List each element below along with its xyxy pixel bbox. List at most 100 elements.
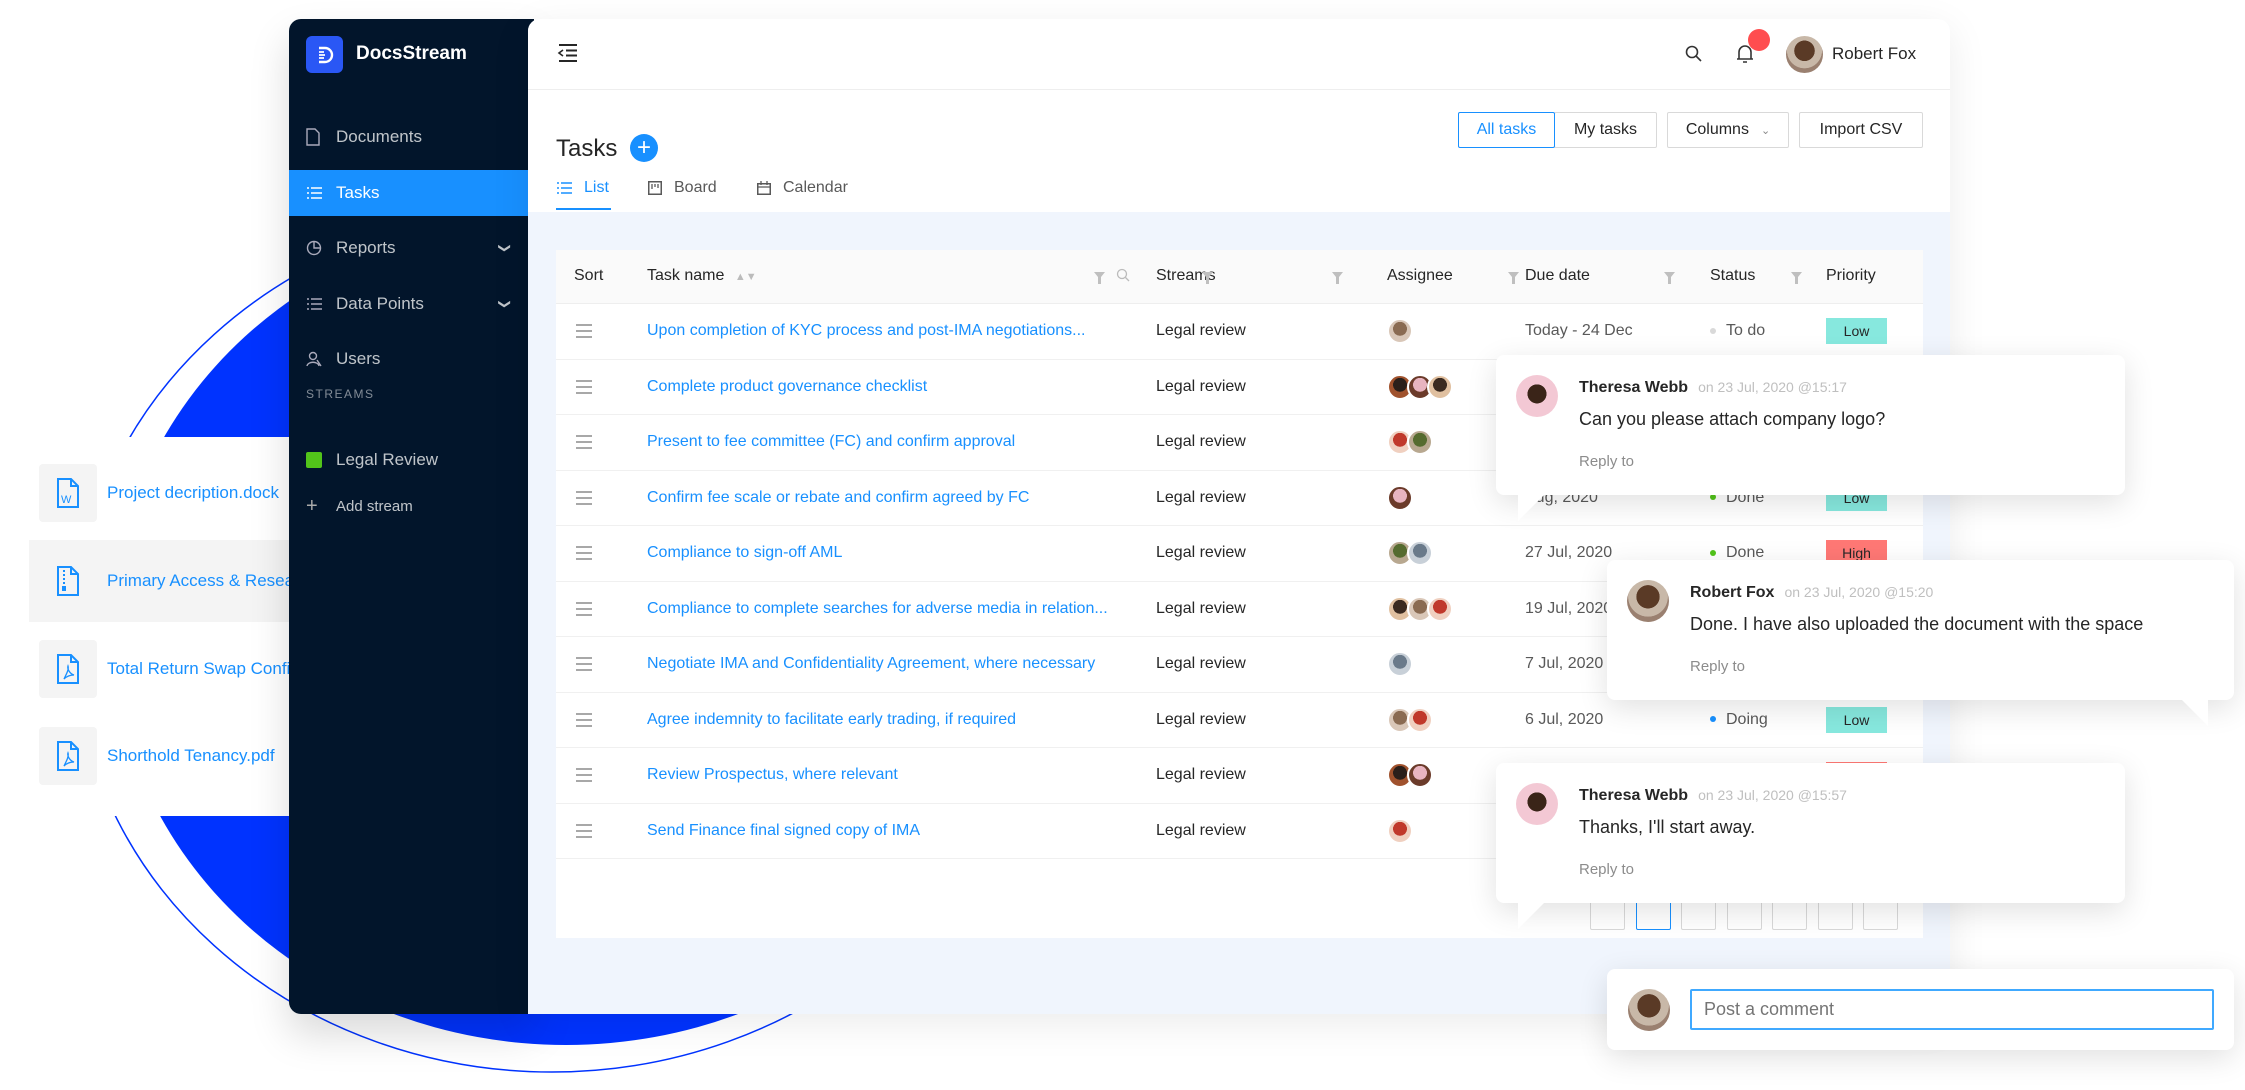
comment-bubble: Robert Fox on 23 Jul, 2020 @15:20 Done. I… (1607, 560, 2234, 726)
filter-my-tasks[interactable]: My tasks (1554, 112, 1657, 148)
drag-handle-icon[interactable] (576, 490, 592, 510)
comment-date: on 23 Jul, 2020 @15:20 (1784, 584, 1934, 600)
drag-handle-icon[interactable] (576, 546, 592, 565)
drag-handle-icon[interactable] (576, 601, 592, 621)
file-item[interactable]: Total Return Swap Confirmation (39, 640, 299, 698)
reply-link[interactable]: Reply to (1579, 453, 1634, 470)
assignee-avatar[interactable] (1427, 373, 1453, 400)
status-dot (1710, 327, 1716, 334)
assignee-avatar[interactable] (1387, 651, 1413, 677)
reply-link[interactable]: Reply to (1690, 658, 1745, 675)
task-name-link[interactable]: Confirm fee scale or rebate and confirm … (647, 489, 1029, 507)
tab-calendar[interactable]: Calendar (757, 179, 848, 197)
tab-list[interactable]: List (556, 179, 609, 197)
assignee-avatar[interactable] (1387, 817, 1413, 844)
filter-icon[interactable] (1791, 271, 1802, 284)
assignee-avatar[interactable] (1387, 484, 1413, 511)
priority-badge: Low (1826, 706, 1887, 733)
import-csv-button[interactable]: Import CSV (1799, 112, 1923, 148)
task-name-link[interactable]: Agree indemnity to facilitate early trad… (647, 711, 1016, 729)
columns-dropdown[interactable]: Columns ⌄ (1667, 112, 1789, 148)
sidebar-item-label: Tasks (336, 182, 380, 202)
search-column-icon[interactable] (1116, 268, 1130, 287)
chevron-down-icon[interactable]: ❯ (498, 243, 512, 253)
collapse-menu-icon[interactable] (557, 43, 579, 68)
sidebar-item-reports[interactable]: Reports ❯ (289, 225, 528, 271)
sidebar-item-data-points[interactable]: Data Points ❯ (289, 281, 528, 327)
active-tab-indicator (556, 208, 611, 210)
comment-header: Robert Fox on 23 Jul, 2020 @15:20 (1690, 584, 1933, 602)
status-cell: To do (1710, 322, 1765, 340)
task-name-link[interactable]: Compliance to complete searches for adve… (647, 600, 1108, 618)
assignee-group (1387, 595, 1453, 622)
stream-legal-review[interactable]: Legal Review (289, 437, 528, 483)
col-assignee: Assignee (1387, 267, 1453, 284)
drag-handle-icon[interactable] (576, 657, 592, 676)
drag-handle-icon[interactable] (576, 324, 592, 343)
file-item[interactable]: W Project decription.dock (39, 464, 299, 522)
drag-handle-icon[interactable] (576, 379, 592, 399)
task-name-link[interactable]: Send Finance final signed copy of IMA (647, 822, 920, 840)
comment-author-avatar (1627, 580, 1669, 622)
drag-handle-icon[interactable] (576, 435, 592, 454)
file-name: Shorthold Tenancy.pdf (107, 746, 275, 765)
assignee-avatar[interactable] (1387, 318, 1413, 344)
stream-cell: Legal review (1156, 655, 1246, 672)
assignee-avatar[interactable] (1407, 706, 1433, 733)
status-label: Doing (1726, 710, 1768, 728)
status-label: To do (1726, 322, 1766, 339)
sidebar-item-users[interactable]: Users (289, 336, 528, 382)
task-name-link[interactable]: Compliance to sign-off AML (647, 544, 842, 562)
filter-icon[interactable] (1664, 271, 1675, 284)
assignee-avatar[interactable] (1407, 762, 1433, 788)
tab-board[interactable]: Board (648, 179, 717, 197)
reply-link[interactable]: Reply to (1579, 861, 1634, 878)
stream-cell: Legal review (1156, 377, 1246, 395)
filter-all-tasks[interactable]: All tasks (1458, 112, 1555, 148)
drag-handle-icon[interactable] (576, 768, 592, 787)
search-icon[interactable] (1685, 45, 1703, 68)
chevron-down-icon[interactable]: ❯ (498, 298, 512, 308)
file-item[interactable]: Shorthold Tenancy.pdf (39, 727, 299, 785)
comment-author: Theresa Webb (1579, 379, 1689, 396)
assignee-avatar[interactable] (1427, 595, 1453, 622)
word-file-icon: W (39, 464, 97, 522)
assignee-avatar[interactable] (1407, 429, 1433, 455)
assignee-group (1387, 318, 1413, 344)
add-stream-label: Add stream (336, 497, 413, 515)
due-date-cell: 7 Jul, 2020 (1525, 655, 1604, 672)
drag-handle-icon[interactable] (576, 823, 592, 843)
filter-icon[interactable] (1202, 271, 1213, 284)
table-row[interactable]: Upon completion of KYC process and post-… (556, 304, 1923, 360)
current-user-avatar (1628, 989, 1670, 1031)
status-dot (1710, 549, 1716, 556)
task-name-link[interactable]: Complete product governance checklist (647, 378, 927, 396)
sidebar-item-tasks[interactable]: Tasks (289, 169, 528, 216)
task-name-link[interactable]: Present to fee committee (FC) and confir… (647, 433, 1015, 451)
task-name-link[interactable]: Review Prospectus, where relevant (647, 766, 898, 784)
add-task-button[interactable]: + (630, 134, 658, 162)
stream-color-swatch (306, 452, 322, 468)
sort-icon[interactable]: ▲▼ (735, 271, 757, 283)
file-item[interactable]: Primary Access & Research (29, 540, 289, 622)
table-row[interactable]: Agree indemnity to facilitate early trad… (556, 693, 1923, 748)
filter-icon[interactable] (1094, 271, 1105, 284)
user-avatar[interactable] (1786, 36, 1823, 73)
drag-handle-icon[interactable] (576, 712, 592, 732)
user-name[interactable]: Robert Fox (1832, 44, 1916, 64)
sidebar-item-documents[interactable]: Documents (289, 114, 528, 160)
assignee-avatar[interactable] (1407, 540, 1433, 566)
col-task-name[interactable]: Task name ▲▼ (647, 267, 757, 285)
task-name-link[interactable]: Negotiate IMA and Confidentiality Agreem… (647, 655, 1095, 673)
docs-stream-logo (306, 36, 343, 73)
stream-cell: Legal review (1156, 322, 1246, 339)
comment-composer (1607, 969, 2234, 1050)
comment-input[interactable] (1690, 989, 2214, 1030)
filter-icon[interactable] (1508, 271, 1519, 284)
add-stream-button[interactable]: + Add stream (289, 483, 528, 529)
filter-icon[interactable] (1332, 271, 1343, 284)
task-name-link[interactable]: Upon completion of KYC process and post-… (647, 322, 1085, 340)
comment-bubble: Theresa Webb on 23 Jul, 2020 @15:17 Can y… (1496, 355, 2125, 521)
bubble-tail (1518, 903, 1544, 929)
assignee-group (1387, 706, 1433, 733)
